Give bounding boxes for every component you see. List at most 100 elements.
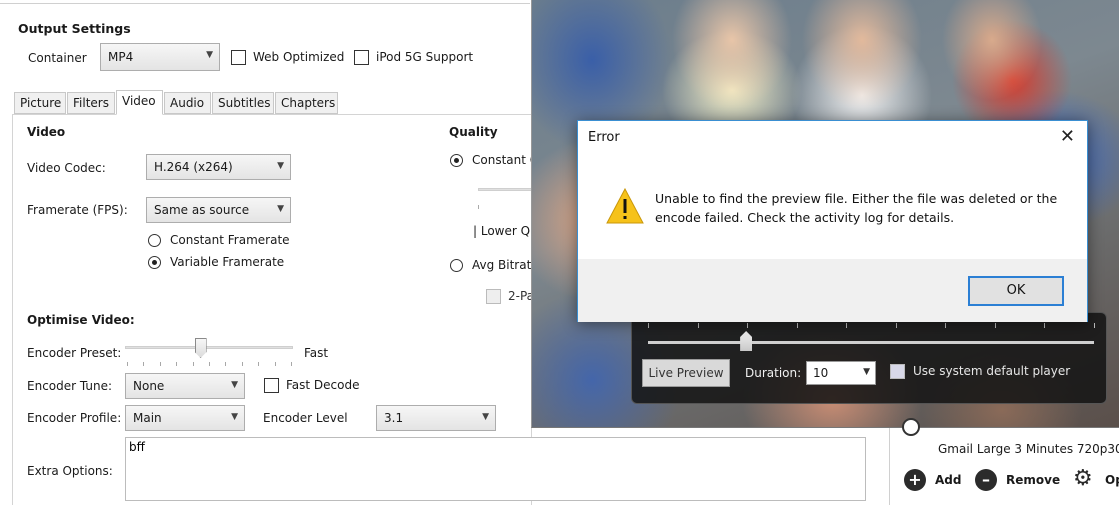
extra-options-label: Extra Options: (27, 464, 113, 478)
slider-tick (241, 362, 243, 366)
variable-framerate-label: Variable Framerate (170, 255, 285, 269)
chevron-down-icon: ▼ (863, 367, 870, 377)
ipod-support-label: iPod 5G Support (376, 50, 474, 64)
chevron-down-icon: ▼ (206, 50, 213, 60)
add-icon[interactable]: + (904, 469, 926, 491)
quality-slider-ticks (478, 205, 533, 209)
warning-icon (606, 187, 644, 224)
fast-decode-label: Fast Decode (286, 378, 360, 392)
duration-select[interactable]: 10 ▼ (806, 361, 876, 385)
output-settings-heading: Output Settings (18, 21, 131, 36)
preview-tick (648, 323, 649, 328)
slider-tick (127, 362, 128, 366)
ipod-support-checkbox[interactable] (354, 50, 369, 65)
framerate-select[interactable]: Same as source ▼ (146, 197, 291, 223)
avg-bitrate-radio[interactable] (450, 259, 463, 272)
add-preset-button[interactable]: Add (935, 473, 961, 487)
container-label: Container (28, 51, 87, 65)
dialog-message: Unable to find the preview file. Either … (655, 191, 1058, 225)
dialog-footer: OK (578, 259, 1087, 322)
encoder-tune-label: Encoder Tune: (27, 379, 113, 393)
tab-audio[interactable]: Audio (164, 92, 211, 114)
gear-icon[interactable]: ⚙ (1073, 468, 1093, 490)
error-dialog: Error ✕ Unable to find the preview file.… (577, 120, 1088, 322)
system-player-checkbox[interactable] (890, 364, 905, 379)
quality-slider-track[interactable] (478, 188, 533, 191)
duration-label: Duration: (745, 366, 802, 380)
remove-preset-button[interactable]: Remove (1006, 473, 1060, 487)
tab-picture[interactable]: Picture (14, 92, 66, 114)
slider-tick (258, 362, 260, 366)
chevron-down-icon: ▼ (277, 161, 284, 171)
encoder-profile-value: Main (133, 411, 162, 425)
encoder-tune-value: None (133, 379, 165, 393)
top-toolbar-edge (0, 0, 530, 4)
preview-tick (1094, 323, 1095, 328)
slider-tick (225, 362, 227, 366)
preview-tick (895, 323, 897, 328)
encoder-profile-label: Encoder Profile: (27, 411, 122, 425)
ok-button[interactable]: OK (968, 276, 1064, 306)
live-preview-button[interactable]: Live Preview (642, 359, 730, 387)
chevron-down-icon: ▼ (231, 380, 238, 390)
encoder-preset-label: Encoder Preset: (27, 346, 122, 360)
chevron-down-icon: ▼ (231, 412, 238, 422)
lower-quality-label: | Lower Qu (473, 224, 538, 238)
web-optimized-checkbox[interactable] (231, 50, 246, 65)
framerate-value: Same as source (154, 203, 250, 217)
optimise-heading: Optimise Video: (27, 313, 135, 327)
video-codec-label: Video Codec: (27, 161, 106, 175)
encoder-profile-select[interactable]: Main ▼ (125, 405, 245, 431)
slider-tick (159, 362, 161, 366)
fast-decode-checkbox[interactable] (264, 378, 279, 393)
tab-filters[interactable]: Filters (67, 92, 115, 114)
extra-options-input[interactable] (125, 437, 866, 501)
encoder-level-value: 3.1 (384, 411, 404, 425)
slider-tick (291, 362, 292, 366)
slider-tick (274, 362, 276, 366)
encoder-tune-select[interactable]: None ▼ (125, 373, 245, 399)
encoder-level-select[interactable]: 3.1 ▼ (376, 405, 496, 431)
preview-tick (846, 323, 848, 328)
constant-quality-label: Constant Q (472, 153, 540, 167)
preview-tick (1044, 323, 1046, 328)
slider-tick (192, 362, 194, 366)
presets-pane: Gmail Large 3 Minutes 720p30 + Add – Rem… (889, 418, 1119, 505)
web-optimized-label: Web Optimized (253, 50, 345, 64)
close-icon[interactable]: ✕ (1060, 126, 1075, 147)
slider-tick (176, 362, 178, 366)
container-select[interactable]: MP4 ▼ (100, 43, 220, 71)
tab-video[interactable]: Video (116, 90, 163, 115)
slider-tick (209, 362, 210, 366)
preview-position-slider[interactable] (648, 341, 1094, 344)
system-player-label: Use system default player (913, 364, 1071, 378)
options-button[interactable]: Op (1105, 473, 1119, 487)
preview-position-thumb[interactable] (740, 331, 753, 351)
slider-tick (143, 362, 145, 366)
preview-tick (747, 323, 749, 328)
encoder-level-label: Encoder Level (263, 411, 348, 425)
constant-framerate-radio[interactable] (148, 234, 161, 247)
quality-heading: Quality (449, 125, 498, 139)
preview-tick (945, 323, 947, 328)
dialog-title: Error (588, 130, 620, 145)
constant-framerate-label: Constant Framerate (170, 233, 290, 247)
variable-framerate-radio[interactable] (148, 256, 161, 269)
two-pass-checkbox[interactable] (486, 289, 501, 304)
tab-chapters[interactable]: Chapters (275, 92, 338, 114)
preset-item[interactable]: Gmail Large 3 Minutes 720p30 (938, 442, 1119, 456)
avg-bitrate-label: Avg Bitrate (472, 258, 539, 272)
encoder-preset-value: Fast (304, 346, 329, 360)
video-heading: Video (27, 125, 66, 139)
tab-subtitles[interactable]: Subtitles (212, 92, 274, 114)
preview-tick (796, 323, 798, 328)
container-value: MP4 (108, 50, 134, 64)
encoder-preset-slider[interactable] (125, 346, 293, 349)
preview-controls: Live Preview Duration: 10 ▼ Use system d… (631, 312, 1107, 404)
framerate-label: Framerate (FPS): (27, 203, 128, 217)
constant-quality-radio[interactable] (450, 154, 463, 167)
preset-group-icon[interactable] (902, 418, 920, 436)
video-codec-select[interactable]: H.264 (x264) ▼ (146, 154, 291, 180)
remove-icon[interactable]: – (975, 469, 997, 491)
chevron-down-icon: ▼ (277, 204, 284, 214)
